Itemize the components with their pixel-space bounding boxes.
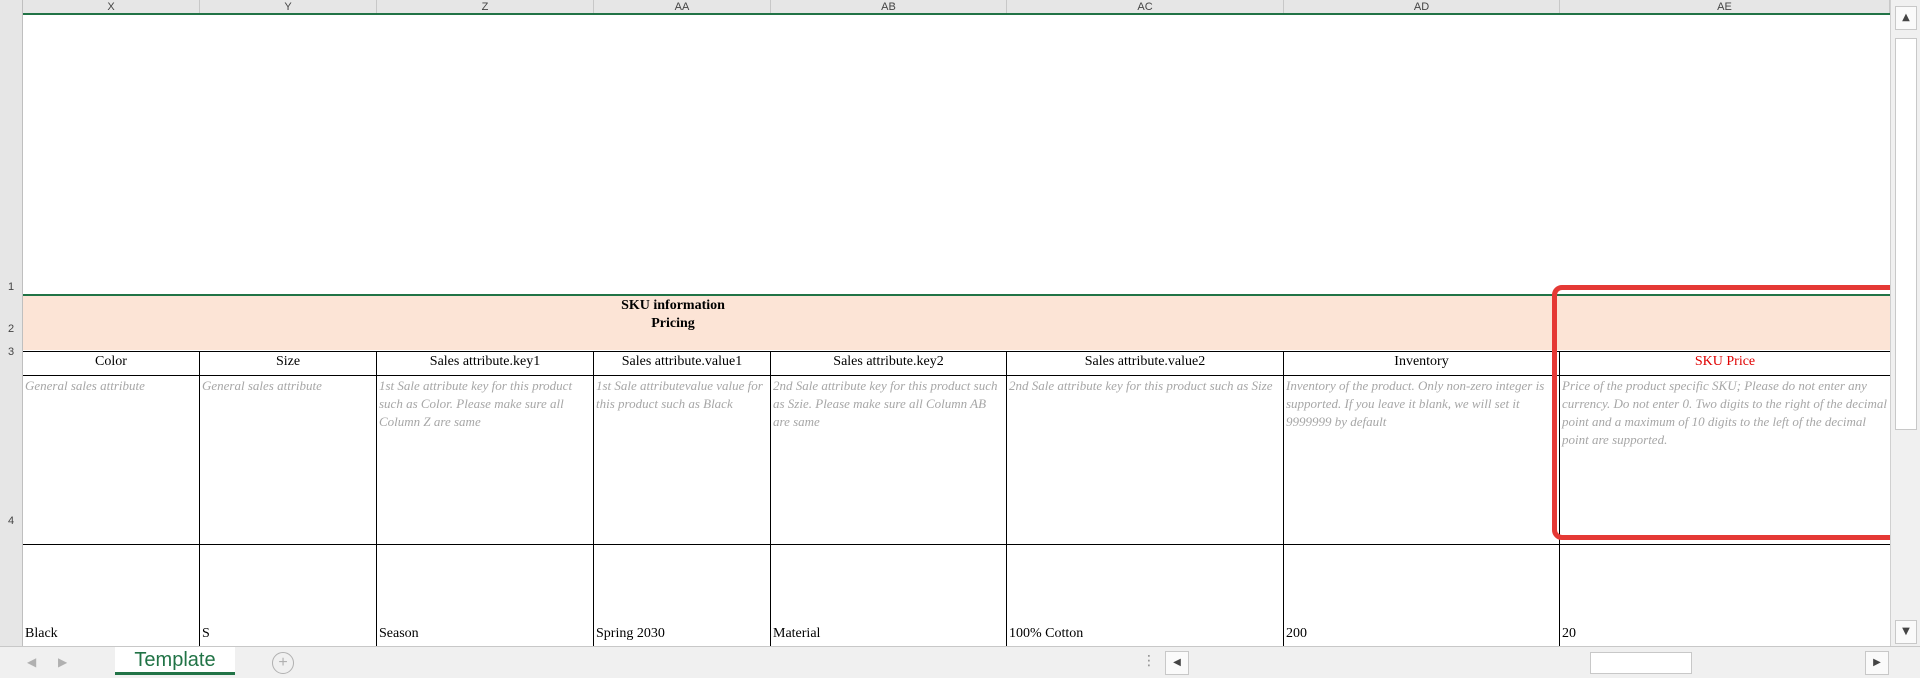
section-header-band[interactable] xyxy=(23,296,1890,350)
value-cell-sku-price[interactable]: 20 xyxy=(1560,626,1576,642)
value-cell-inventory[interactable]: 200 xyxy=(1284,626,1307,642)
description-cell-color[interactable]: General sales attribute xyxy=(23,375,199,543)
vertical-scrollbar[interactable]: ▲ ▼ xyxy=(1890,0,1920,646)
row-header-3[interactable]: 3 xyxy=(0,346,23,358)
row-header-4[interactable]: 4 xyxy=(0,515,23,527)
header-cell-inventory[interactable]: Inventory xyxy=(1284,351,1559,375)
cell-grid[interactable]: SKU information Pricing Color Size Sales… xyxy=(23,15,1890,646)
more-options-icon[interactable]: ⋮ xyxy=(1142,653,1156,669)
value-cell-sales-attribute-value2[interactable]: 100% Cotton xyxy=(1007,626,1083,642)
description-cell-sales-attribute-value1[interactable]: 1st Sale attributevalue value for this p… xyxy=(594,375,770,543)
header-cell-color[interactable]: Color xyxy=(23,351,199,375)
description-cell-sales-attribute-key2[interactable]: 2nd Sale attribute key for this product … xyxy=(771,375,1006,543)
sheet-tab-template[interactable]: Template xyxy=(115,647,235,675)
value-cell-sales-attribute-value1[interactable]: Spring 2030 xyxy=(594,626,665,642)
section-title: SKU information Pricing xyxy=(523,297,823,333)
description-cell-sales-attribute-value2[interactable]: 2nd Sale attribute key for this product … xyxy=(1007,375,1283,543)
row-header-1[interactable]: 1 xyxy=(0,281,23,293)
header-cell-sales-attribute-key2[interactable]: Sales attribute.key2 xyxy=(771,351,1006,375)
header-cell-sales-attribute-key1[interactable]: Sales attribute.key1 xyxy=(377,351,593,375)
sheet-next-icon[interactable]: ▶ xyxy=(58,655,67,669)
scroll-left-icon[interactable]: ◀ xyxy=(1165,651,1189,675)
section-subtitle-line: Pricing xyxy=(651,316,695,331)
sheet-tab-bar: ◀ ▶ Template + ⋮ ◀ ▶ xyxy=(0,646,1920,678)
sheet-prev-icon[interactable]: ◀ xyxy=(27,655,36,669)
value-cell-size[interactable]: S xyxy=(200,626,210,642)
value-cell-sales-attribute-key2[interactable]: Material xyxy=(771,626,820,642)
description-cell-size[interactable]: General sales attribute xyxy=(200,375,376,543)
grid-line xyxy=(23,544,1890,545)
section-title-line: SKU information xyxy=(621,298,725,313)
scroll-down-icon[interactable]: ▼ xyxy=(1895,620,1917,644)
value-cell-color[interactable]: Black xyxy=(23,626,58,642)
description-cell-sku-price[interactable]: Price of the product specific SKU; Pleas… xyxy=(1560,375,1890,543)
header-cell-sku-price[interactable]: SKU Price xyxy=(1560,351,1890,375)
vertical-scroll-thumb[interactable] xyxy=(1895,38,1917,430)
add-sheet-icon[interactable]: + xyxy=(272,652,294,674)
value-cell-sales-attribute-key1[interactable]: Season xyxy=(377,626,419,642)
row-header-2[interactable]: 2 xyxy=(0,323,23,335)
header-cell-sales-attribute-value1[interactable]: Sales attribute.value1 xyxy=(594,351,770,375)
select-all-corner[interactable] xyxy=(0,0,23,15)
description-cell-inventory[interactable]: Inventory of the product. Only non-zero … xyxy=(1284,375,1559,543)
header-cell-size[interactable]: Size xyxy=(200,351,376,375)
scroll-up-icon[interactable]: ▲ xyxy=(1895,6,1917,30)
scroll-right-icon[interactable]: ▶ xyxy=(1865,651,1889,675)
horizontal-scrollbar[interactable]: ◀ ▶ xyxy=(1165,651,1890,675)
header-cell-sales-attribute-value2[interactable]: Sales attribute.value2 xyxy=(1007,351,1283,375)
description-cell-sales-attribute-key1[interactable]: 1st Sale attribute key for this product … xyxy=(377,375,593,543)
horizontal-scroll-thumb[interactable] xyxy=(1590,652,1692,674)
